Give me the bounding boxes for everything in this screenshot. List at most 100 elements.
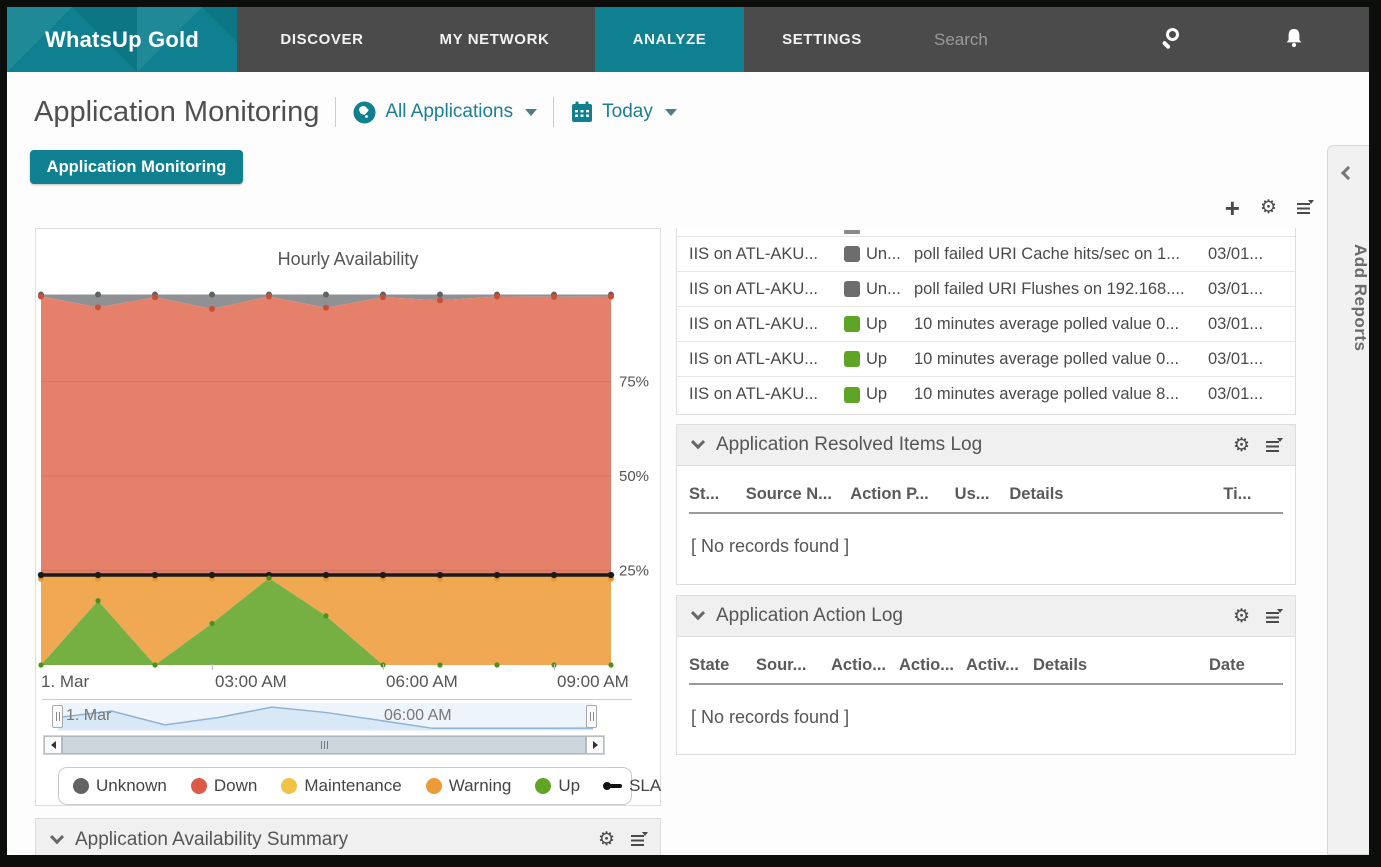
section-header[interactable]: Application Action Log ⚙ <box>677 596 1295 637</box>
section-settings-gear-icon[interactable]: ⚙ <box>1233 607 1250 627</box>
search-icon[interactable] <box>1159 27 1185 53</box>
x-tick <box>554 664 555 670</box>
legend-label: Maintenance <box>304 776 401 796</box>
table-row[interactable]: IIS on ATL-AKU...Up10 minutes average po… <box>677 377 1295 412</box>
legend-item-unknown[interactable]: Unknown <box>73 776 167 796</box>
column-header[interactable]: Details <box>1033 656 1209 675</box>
column-header[interactable]: Actio... <box>899 656 966 675</box>
legend-label: Unknown <box>96 776 167 796</box>
state-cell: Up <box>866 385 912 404</box>
date-cell: 03/01... <box>1208 385 1263 404</box>
page-header: Application Monitoring All Applications <box>34 91 677 133</box>
dashboard-toolbar: + ⚙ <box>1192 195 1312 221</box>
column-header[interactable]: Us... <box>955 485 1010 504</box>
state-cell: Up <box>866 315 912 334</box>
column-header[interactable]: Source N... <box>746 485 850 504</box>
table-row[interactable]: IIS on ATL-AKU...Un...poll failed URI Fl… <box>677 272 1295 307</box>
application-availability-summary-header[interactable]: Application Availability Summary ⚙ <box>35 818 661 855</box>
date-filter-dropdown[interactable]: Today <box>570 100 677 124</box>
scroll-right-button[interactable] <box>586 736 604 754</box>
legend-item-down[interactable]: Down <box>191 776 257 796</box>
column-header[interactable]: St... <box>689 485 746 504</box>
search-input[interactable] <box>932 23 1092 56</box>
column-header[interactable]: Ti... <box>1223 485 1283 504</box>
section-tools: ⚙ <box>1233 425 1281 466</box>
section-settings-gear-icon[interactable]: ⚙ <box>1233 436 1250 456</box>
column-header[interactable]: Date <box>1209 656 1269 675</box>
dashboard-settings-gear-icon[interactable]: ⚙ <box>1260 198 1277 218</box>
column-header[interactable]: Sour... <box>756 656 831 675</box>
scroll-left-button[interactable] <box>44 736 62 754</box>
x-tick-label: 1. Mar <box>41 672 89 692</box>
legend-swatch <box>73 778 89 794</box>
section-settings-gear-icon[interactable]: ⚙ <box>598 830 615 850</box>
chart-range-navigator[interactable]: 1. Mar 06:00 AM <box>58 703 593 731</box>
tab-application-monitoring[interactable]: Application Monitoring <box>30 150 243 184</box>
source-cell: IIS on ATL-AKU... <box>689 315 839 334</box>
state-swatch <box>844 246 860 262</box>
source-cell: IIS on ATL-AKU... <box>689 245 839 264</box>
collapse-chevron-icon[interactable] <box>691 435 705 449</box>
hourly-availability-card: Hourly Availability 75%50%25% 1. Mar03:0… <box>35 228 661 806</box>
nav-item-discover[interactable]: DISCOVER <box>262 7 382 72</box>
navigator-svg <box>58 703 593 731</box>
column-header[interactable]: Activ... <box>966 656 1033 675</box>
application-filter-dropdown[interactable]: All Applications <box>352 100 537 125</box>
add-report-plus-icon[interactable]: + <box>1225 198 1240 218</box>
state-cell: Un... <box>866 280 912 299</box>
table-row[interactable]: IIS on ATL-AKU... Up10 minutes average po… <box>677 307 1295 342</box>
scrollbar-thumb[interactable] <box>62 736 586 754</box>
navigator-left-handle[interactable] <box>52 705 63 728</box>
application-events-table: ' IIS on ATL-AKU...Un...poll failed URI … <box>676 228 1296 415</box>
hourly-availability-chart[interactable]: 75%50%25% <box>36 277 662 669</box>
section-menu-icon[interactable] <box>631 834 646 846</box>
column-header[interactable]: Details <box>1009 485 1223 504</box>
state-swatch <box>844 281 860 297</box>
column-header-row: StateSour...Actio...Actio...Activ...Deta… <box>677 637 1295 683</box>
section-tools: ⚙ <box>1233 596 1281 637</box>
calendar-icon <box>570 100 594 124</box>
column-header-row: St...Source N...Action P...Us...DetailsT… <box>677 466 1295 512</box>
globe-icon <box>352 100 377 125</box>
dashboard-menu-icon[interactable] <box>1297 202 1312 214</box>
column-header[interactable]: Action P... <box>850 485 954 504</box>
section-header[interactable]: Application Resolved Items Log ⚙ <box>677 425 1295 466</box>
navigator-right-handle[interactable] <box>586 705 597 728</box>
column-header[interactable]: Actio... <box>831 656 899 675</box>
x-tick-label: 06:00 AM <box>386 672 458 692</box>
chevron-left-icon <box>1341 166 1355 180</box>
collapse-chevron-icon[interactable] <box>691 606 705 620</box>
collapse-chevron-icon[interactable] <box>50 830 64 844</box>
nav-item-analyze[interactable]: ANALYZE <box>595 7 744 72</box>
section-menu-icon[interactable] <box>1266 440 1281 452</box>
table-row[interactable]: IIS on ATL-AKU...Un...poll failed URI Ca… <box>677 237 1295 272</box>
notifications-bell-icon[interactable] <box>1284 27 1304 49</box>
section-title: Application Resolved Items Log <box>716 434 982 456</box>
legend-item-sla[interactable]: SLA <box>604 776 661 796</box>
nav-item-my-network[interactable]: MY NETWORK <box>402 7 587 72</box>
section-title: Application Action Log <box>716 605 903 627</box>
tab-label: Application Monitoring <box>47 158 227 177</box>
chart-scrollbar[interactable] <box>43 735 605 755</box>
clipped-text: ' <box>901 228 904 236</box>
x-tick-label: 03:00 AM <box>215 672 287 692</box>
source-cell: IIS on ATL-AKU... <box>689 350 839 369</box>
column-header[interactable]: State <box>689 656 756 675</box>
navigator-mini-chart <box>58 703 593 731</box>
add-reports-label: Add Reports <box>1328 198 1369 398</box>
chevron-down-icon <box>665 109 677 116</box>
nav-item-settings[interactable]: SETTINGS <box>767 7 877 72</box>
page-title: Application Monitoring <box>34 96 319 129</box>
date-cell: 03/01... <box>1208 245 1263 264</box>
whatsup-gold-logo[interactable]: WhatsUp Gold <box>7 7 237 72</box>
add-reports-drawer-tab[interactable]: Add Reports <box>1327 145 1369 855</box>
details-cell: 10 minutes average polled value 0... <box>914 315 1206 334</box>
source-cell: IIS on ATL-AKU... <box>689 385 839 404</box>
table-row[interactable]: IIS on ATL-AKU...Up10 minutes average po… <box>677 342 1295 377</box>
legend-item-up[interactable]: Up <box>535 776 580 796</box>
legend-swatch <box>281 778 297 794</box>
legend-item-maintenance[interactable]: Maintenance <box>281 776 401 796</box>
section-menu-icon[interactable] <box>1266 611 1281 623</box>
empty-state-text: [ No records found ] <box>677 514 1295 557</box>
legend-item-warning[interactable]: Warning <box>426 776 512 796</box>
